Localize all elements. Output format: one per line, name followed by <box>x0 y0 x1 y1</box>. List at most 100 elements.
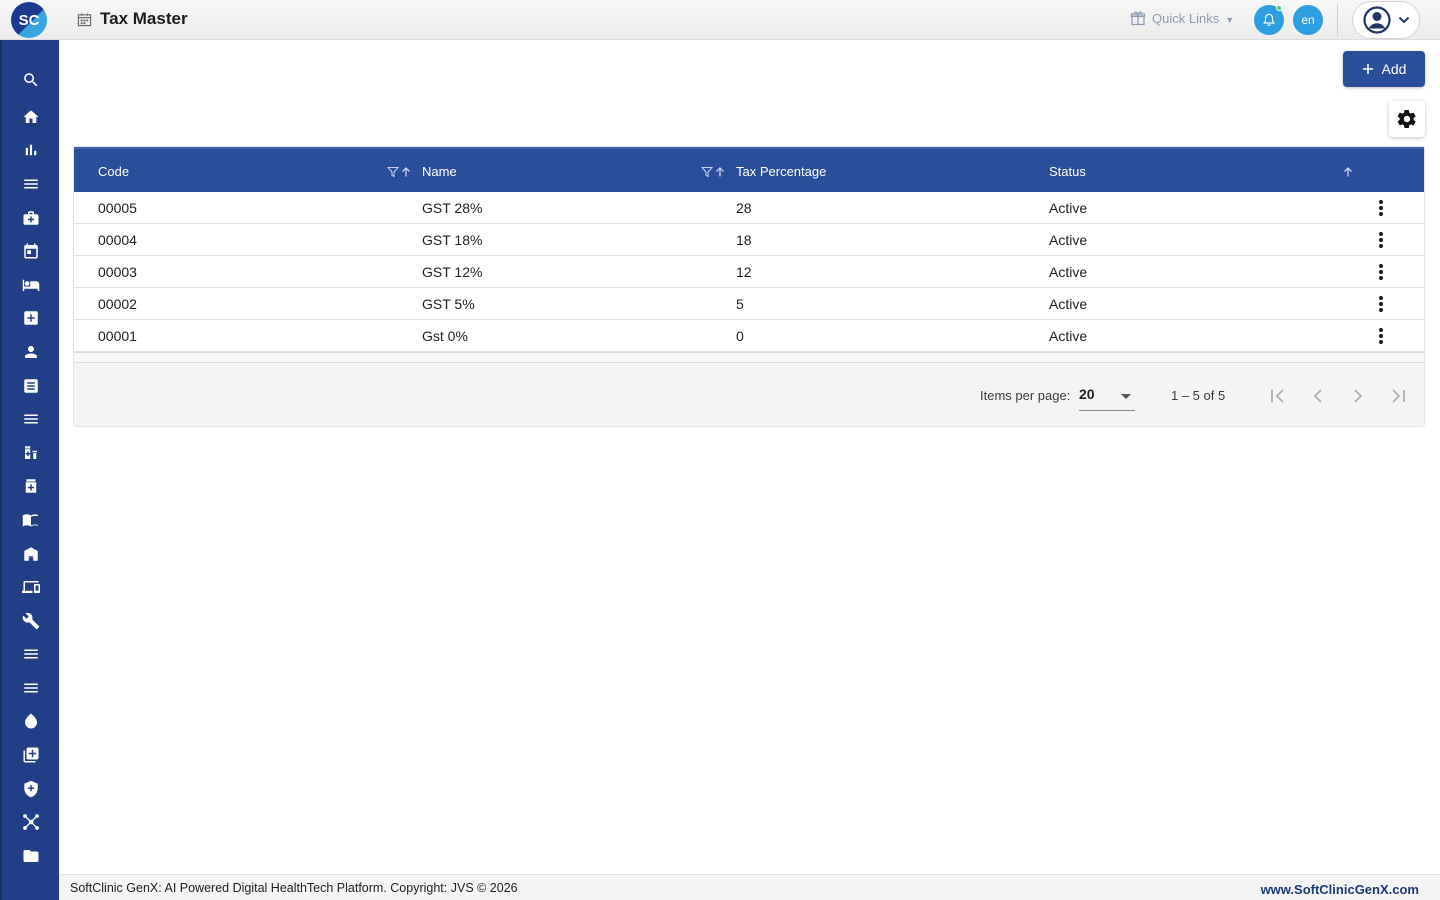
row-actions-menu-icon[interactable] <box>1372 294 1390 314</box>
copyright-text: SoftClinic GenX: AI Powered Digital Heal… <box>70 881 518 895</box>
table-row[interactable]: 00001 Gst 0% 0 Active <box>74 320 1424 352</box>
row-actions-menu-icon[interactable] <box>1372 326 1390 346</box>
sidebar-item-integration[interactable] <box>2 807 59 837</box>
name-filter-sort[interactable] <box>701 166 726 178</box>
sidebar-item-analytics[interactable] <box>2 135 59 165</box>
sidebar-item-add-library[interactable] <box>2 740 59 770</box>
cell-tax-percentage: 12 <box>736 264 752 280</box>
table-body: 00005 GST 28% 28 Active 00004 GST 18% 18… <box>74 192 1424 353</box>
pill-box-icon <box>25 479 36 493</box>
sidebar-item-medicine[interactable] <box>2 471 59 501</box>
sidebar-item-tools[interactable] <box>2 606 59 636</box>
language-label: en <box>1301 13 1315 27</box>
cell-status: Active <box>1049 296 1088 312</box>
column-header-tax-percentage[interactable]: Tax Percentage <box>736 164 826 179</box>
sidebar-item-search[interactable] <box>2 65 59 95</box>
table-row[interactable]: 00003 GST 12% 12 Active <box>74 256 1424 288</box>
add-button[interactable]: Add <box>1343 51 1425 87</box>
store-icon <box>23 547 38 561</box>
user-avatar-icon <box>1363 6 1391 34</box>
sidebar-item-menu-4[interactable] <box>2 673 59 703</box>
table-row[interactable]: 00005 GST 28% 28 Active <box>74 192 1424 224</box>
first-page-button[interactable] <box>1264 382 1292 410</box>
cell-code: 00001 <box>98 328 137 344</box>
app-logo[interactable]: SC <box>11 2 47 38</box>
add-button-label: Add <box>1381 61 1407 77</box>
cell-status: Active <box>1049 328 1088 344</box>
quick-links-label: Quick Links <box>1152 10 1220 26</box>
sort-arrow-up-icon[interactable] <box>1342 166 1354 178</box>
sidebar-item-home[interactable] <box>2 102 59 132</box>
network-icon <box>22 814 39 830</box>
bar-chart-icon <box>25 144 36 156</box>
wrench-icon <box>22 612 39 630</box>
menu-lines-icon <box>23 683 38 693</box>
sidebar-item-medical-plus[interactable] <box>2 303 59 333</box>
next-page-button[interactable] <box>1344 382 1372 410</box>
code-filter-sort[interactable] <box>387 166 412 178</box>
sidebar-item-files[interactable] <box>2 841 59 871</box>
row-actions-menu-icon[interactable] <box>1372 262 1390 282</box>
user-menu-button[interactable] <box>1352 1 1420 39</box>
items-per-page-value: 20 <box>1079 386 1095 402</box>
last-page-button[interactable] <box>1384 382 1412 410</box>
sidebar-item-calendar[interactable] <box>2 236 59 266</box>
cell-code: 00002 <box>98 296 137 312</box>
calendar-grid-icon <box>77 12 92 26</box>
sort-arrow-up-icon[interactable] <box>400 166 412 178</box>
sidebar-item-insurance[interactable] <box>2 774 59 804</box>
column-header-name[interactable]: Name <box>422 164 457 179</box>
sidebar <box>0 40 59 900</box>
table-row[interactable]: 00002 GST 5% 5 Active <box>74 288 1424 320</box>
column-header-code[interactable]: Code <box>98 164 129 179</box>
folder-icon <box>23 850 38 862</box>
divider <box>1337 4 1338 36</box>
sidebar-item-pharmacy[interactable] <box>2 438 59 468</box>
website-link[interactable]: www.SoftClinicGenX.com <box>1261 882 1419 897</box>
quick-links-menu[interactable]: Quick Links ▼ <box>1130 10 1234 26</box>
sidebar-item-menu-2[interactable] <box>2 404 59 434</box>
row-actions-menu-icon[interactable] <box>1372 230 1390 250</box>
chevron-right-icon <box>1354 389 1363 403</box>
gift-icon <box>1130 11 1146 26</box>
menu-lines-icon <box>23 179 38 189</box>
tax-table-card: Code Name Tax Percentage Status 00005 GS… <box>73 146 1425 427</box>
bell-icon <box>1263 13 1275 26</box>
sidebar-item-records[interactable] <box>2 371 59 401</box>
cell-tax-percentage: 5 <box>736 296 744 312</box>
cell-tax-percentage: 18 <box>736 232 752 248</box>
table-row[interactable]: 00004 GST 18% 18 Active <box>74 224 1424 256</box>
cell-code: 00003 <box>98 264 137 280</box>
document-icon <box>23 379 38 393</box>
sidebar-item-medical-bag[interactable] <box>2 203 59 233</box>
filter-icon[interactable] <box>701 166 713 178</box>
sidebar-item-menu-1[interactable] <box>2 169 59 199</box>
sidebar-item-blood-bank[interactable] <box>2 706 59 736</box>
sidebar-item-store[interactable] <box>2 539 59 569</box>
top-bar: SC Tax Master Quick Links ▼ en <box>0 0 1440 40</box>
sidebar-item-devices[interactable] <box>2 572 59 602</box>
gear-icon <box>1397 110 1416 128</box>
notifications-button[interactable] <box>1254 5 1284 35</box>
home-icon <box>23 110 38 123</box>
column-header-status[interactable]: Status <box>1049 164 1086 179</box>
previous-page-button[interactable] <box>1304 382 1332 410</box>
sidebar-item-menu-3[interactable] <box>2 639 59 669</box>
sort-arrow-up-icon[interactable] <box>714 166 726 178</box>
sidebar-item-patient[interactable] <box>2 337 59 367</box>
cell-name: GST 18% <box>422 232 483 248</box>
sidebar-item-library[interactable] <box>2 505 59 535</box>
cell-status: Active <box>1049 232 1088 248</box>
sidebar-item-beds[interactable] <box>2 270 59 300</box>
logo-text: SC <box>18 11 40 29</box>
plus-box-icon <box>23 311 38 325</box>
status-sort[interactable] <box>1342 166 1354 178</box>
chevron-down-icon: ▼ <box>1225 15 1235 25</box>
cell-tax-percentage: 0 <box>736 328 744 344</box>
row-actions-menu-icon[interactable] <box>1372 198 1390 218</box>
language-button[interactable]: en <box>1293 5 1323 35</box>
items-per-page-select[interactable]: 20 <box>1079 385 1135 411</box>
table-settings-button[interactable] <box>1389 101 1425 137</box>
filter-icon[interactable] <box>387 166 399 178</box>
cell-code: 00004 <box>98 232 137 248</box>
